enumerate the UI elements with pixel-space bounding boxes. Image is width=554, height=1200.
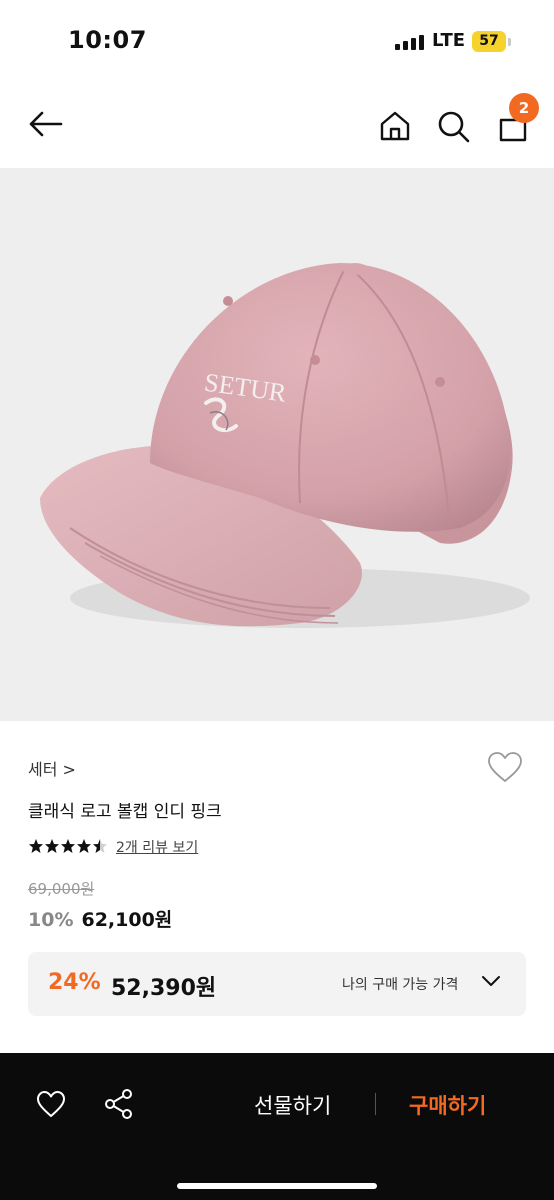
chevron-right-icon: > [62, 760, 76, 779]
best-discount-percent: 24% [48, 970, 101, 995]
signal-icon [395, 34, 425, 50]
battery-icon: 57 [472, 31, 506, 52]
top-nav [0, 84, 554, 168]
sale-price: 62,100원 [81, 909, 173, 931]
home-icon[interactable] [379, 110, 411, 142]
original-price: 69,000원 [28, 880, 95, 898]
best-price-box[interactable]: 24% 52,390원 나의 구매 가능 가격 [28, 952, 526, 1016]
gift-button[interactable]: 선물하기 [254, 1090, 331, 1120]
best-price: 52,390원 [111, 976, 217, 1001]
bottom-action-bar: 선물하기 구매하기 [0, 1053, 554, 1200]
sale-price-row: 10% 62,100원 [28, 905, 172, 932]
network-label: LTE [432, 30, 466, 51]
cap-illustration: SETUR [40, 263, 530, 628]
product-name: 클래식 로고 볼캡 인디 핑크 [28, 802, 222, 822]
best-price-label: 나의 구매 가능 가격 [342, 977, 459, 993]
reviews-link[interactable]: 2개 리뷰 보기 [116, 837, 198, 857]
battery-tip [508, 38, 511, 46]
cart-count-badge: 2 [509, 93, 539, 123]
back-arrow-icon[interactable] [27, 110, 63, 138]
discount-percent: 10% [28, 909, 74, 931]
bottom-divider [375, 1093, 376, 1115]
buy-button[interactable]: 구매하기 [409, 1090, 486, 1120]
share-icon[interactable] [104, 1088, 134, 1120]
home-indicator [177, 1183, 377, 1189]
heart-icon[interactable] [36, 1090, 66, 1118]
rating-stars-icon [29, 839, 107, 853]
status-bar: 10:07 LTE 57 [0, 0, 554, 84]
product-image: SETUR [0, 168, 554, 721]
wishlist-heart-icon[interactable] [487, 751, 523, 783]
brand-name: 세터 [28, 760, 58, 779]
brand-link[interactable]: 세터 > [28, 756, 76, 780]
chevron-down-icon[interactable] [481, 974, 501, 988]
status-time: 10:07 [68, 26, 147, 54]
search-icon[interactable] [437, 110, 471, 144]
